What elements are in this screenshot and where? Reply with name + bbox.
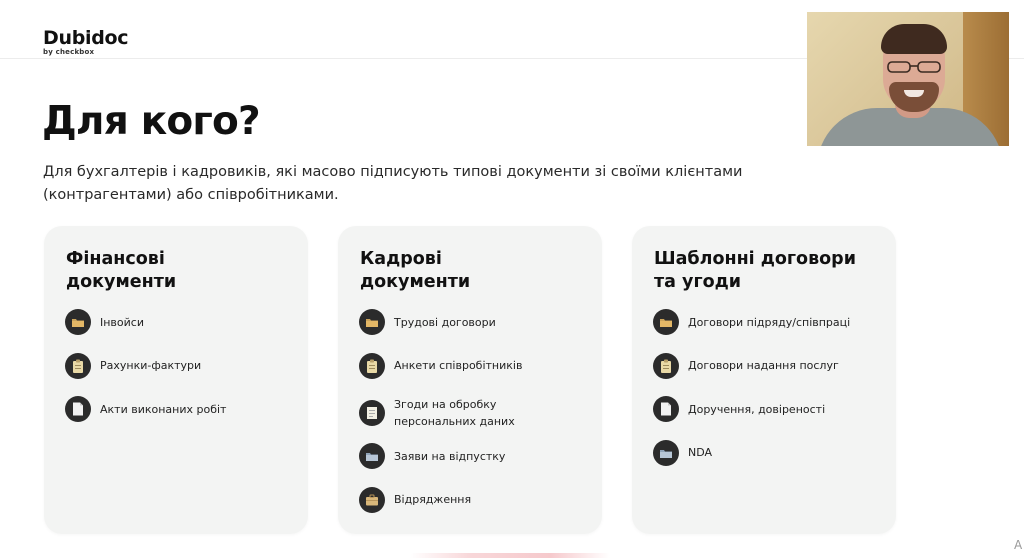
page-title: Для кого? xyxy=(42,99,261,144)
list-item-contractor-agreements[interactable]: Договори підряду/співпраці xyxy=(653,309,883,335)
list-item-label: Анкети співробітників xyxy=(394,359,523,372)
video-person-hair xyxy=(881,24,947,54)
document-icon xyxy=(65,396,91,422)
clipboard-icon xyxy=(359,352,385,379)
list-item-label: Відрядження xyxy=(394,493,472,506)
list-item-service-agreements[interactable]: Договори надання послуг xyxy=(653,352,883,379)
memo-icon xyxy=(359,400,385,426)
list-item-business-trips[interactable]: Відрядження xyxy=(359,486,589,513)
card-title-text: Фінансові документи xyxy=(66,249,177,292)
folder-icon xyxy=(653,439,679,466)
corner-mark: A xyxy=(1014,538,1023,552)
logo-name: Dubidoc xyxy=(43,27,129,49)
folder-icon xyxy=(359,309,385,335)
list-item-label: Договори підряду/співпраці xyxy=(688,315,851,329)
clipboard-icon xyxy=(653,352,679,379)
list-item-invoices-factura[interactable]: Рахунки-фактури xyxy=(65,352,295,379)
list-item-label: Доручення, довіреності xyxy=(688,402,826,416)
list-item-label: Трудові договори xyxy=(394,315,496,329)
list-item-label: Акти виконаних робіт xyxy=(100,402,227,416)
card-items: Інвойси Рахунки-фактури Акти виконаних р… xyxy=(65,309,295,440)
card-items: Трудові договори Анкети співробітників З… xyxy=(359,309,589,530)
list-item-label: Згоди на обробку персональних даних xyxy=(394,398,515,428)
card-title: Кадрові документи xyxy=(360,248,590,294)
list-item-employment-contracts[interactable]: Трудові договори xyxy=(359,309,589,335)
card-items: Договори підряду/співпраці Договори нада… xyxy=(653,309,883,483)
folder-icon xyxy=(65,309,91,335)
card-title: Шаблонні договори та угоди xyxy=(654,248,884,294)
list-item-label: Рахунки-фактури xyxy=(100,359,202,372)
page-subtitle: Для бухгалтерів і кадровиків, які масово… xyxy=(43,164,743,203)
list-item-employee-forms[interactable]: Анкети співробітників xyxy=(359,352,589,379)
list-item-power-of-attorney[interactable]: Доручення, довіреності xyxy=(653,396,883,422)
bottom-accent-bar xyxy=(410,553,610,558)
list-item-label: Інвойси xyxy=(100,315,144,329)
list-item-data-consent[interactable]: Згоди на обробку персональних даних xyxy=(359,396,589,430)
card-title-text: Шаблонні договори та угоди xyxy=(654,249,856,292)
list-item-nda[interactable]: NDA xyxy=(653,439,883,466)
folder-icon xyxy=(653,309,679,335)
document-icon xyxy=(653,396,679,422)
card-hr-documents: Кадрові документи Трудові договори Анкет… xyxy=(338,226,602,534)
presenter-video xyxy=(807,12,1009,146)
card-template-contracts: Шаблонні договори та угоди Договори підр… xyxy=(632,226,896,534)
list-item-label: Заяви на відпустку xyxy=(394,449,506,463)
briefcase-icon xyxy=(359,486,385,513)
list-item-acts[interactable]: Акти виконаних робіт xyxy=(65,396,295,422)
list-item-vacation-requests[interactable]: Заяви на відпустку xyxy=(359,443,589,469)
list-item-invoices[interactable]: Інвойси xyxy=(65,309,295,335)
list-item-label: Договори надання послуг xyxy=(688,359,839,372)
list-item-label: NDA xyxy=(688,446,713,459)
video-person-glasses xyxy=(887,61,941,73)
card-title: Фінансові документи xyxy=(66,248,296,294)
logo-subtitle: by checkbox xyxy=(43,48,95,56)
card-title-text: Кадрові документи xyxy=(360,249,471,292)
logo[interactable]: Dubidoc by checkbox xyxy=(43,27,129,56)
folder-icon xyxy=(359,443,385,469)
card-financial-documents: Фінансові документи Інвойси Рахунки-факт… xyxy=(44,226,308,534)
clipboard-icon xyxy=(65,352,91,379)
presentation-slide: Dubidoc by checkbox Для кого? Для бухгал… xyxy=(0,0,1024,558)
